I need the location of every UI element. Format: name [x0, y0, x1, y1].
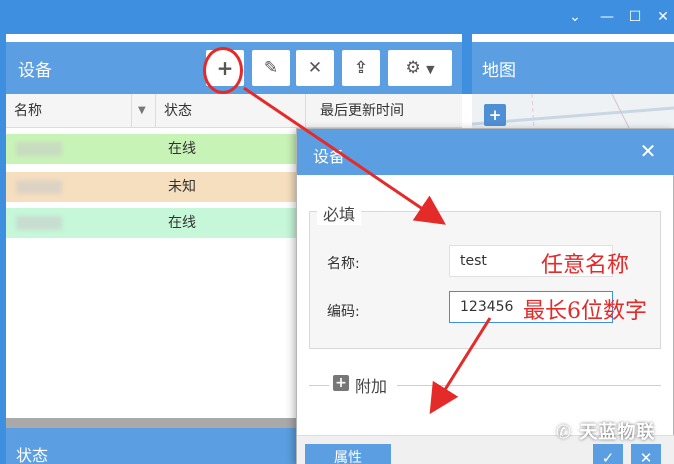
device-name-redacted: [16, 180, 62, 194]
device-panel-title: 设备: [18, 61, 52, 81]
column-header-last-updated[interactable]: 最后更新时间: [306, 94, 462, 128]
expand-plus-icon[interactable]: +: [333, 375, 349, 391]
column-menu-trigger[interactable]: ▼: [132, 94, 156, 128]
map-zoom-in-button[interactable]: +: [484, 104, 506, 126]
device-name-redacted: [16, 142, 62, 156]
panel-splitter[interactable]: [462, 34, 472, 94]
edit-device-button[interactable]: ✎: [252, 50, 290, 86]
watermark: ✆ 天蓝物联: [556, 422, 656, 443]
row-status: 未知: [168, 179, 196, 195]
upload-button[interactable]: ⇪: [342, 50, 380, 86]
dialog-title: 设备: [313, 147, 346, 166]
upload-icon: ⇪: [353, 58, 369, 78]
device-dialog: 设备 ✕ 必填 名称: test 编码: 123456 任意名称 最长6位数字 …: [296, 128, 674, 464]
required-fieldset: [309, 211, 661, 349]
gear-icon: ⚙: [405, 58, 421, 78]
status-panel-title: 状态: [16, 446, 49, 464]
caret-down-icon: ▼: [138, 105, 146, 116]
device-name-redacted: [16, 216, 62, 230]
dialog-header: 设备 ✕: [297, 129, 674, 175]
column-header-status[interactable]: 状态: [156, 94, 306, 128]
extra-divider-left: [309, 385, 329, 386]
row-status: 在线: [168, 215, 196, 231]
window-close-icon[interactable]: ✕: [652, 7, 674, 27]
code-hint-annotation: 最长6位数字: [523, 299, 647, 324]
properties-button[interactable]: 属性: [305, 444, 391, 464]
name-hint-annotation: 任意名称: [541, 253, 630, 278]
dialog-close-icon[interactable]: ✕: [637, 140, 659, 162]
required-legend: 必填: [317, 201, 362, 225]
extra-divider-right: [397, 385, 661, 386]
maximize-icon[interactable]: ☐: [624, 7, 646, 27]
delete-device-button[interactable]: ✕: [296, 50, 334, 86]
map-panel-header: 地图: [472, 42, 674, 94]
wechat-logo-icon: ✆: [556, 422, 573, 443]
settings-dropdown-button[interactable]: ⚙ ▼: [388, 50, 452, 86]
name-label: 名称:: [327, 256, 360, 272]
close-icon: ✕: [307, 58, 323, 78]
pencil-icon: ✎: [263, 58, 279, 78]
map-panel-title: 地图: [482, 61, 516, 81]
caret-down-icon: ▼: [426, 63, 435, 76]
code-label: 编码:: [327, 304, 360, 320]
highlight-circle: [203, 47, 243, 94]
minimize-icon[interactable]: —: [596, 7, 618, 27]
column-header-name[interactable]: 名称: [6, 94, 132, 128]
chevron-down-icon[interactable]: ⌄: [564, 7, 586, 27]
extra-legend[interactable]: 附加: [355, 373, 387, 397]
window-titlebar: ⌄ — ☐ ✕: [0, 0, 674, 34]
row-status: 在线: [168, 141, 196, 157]
